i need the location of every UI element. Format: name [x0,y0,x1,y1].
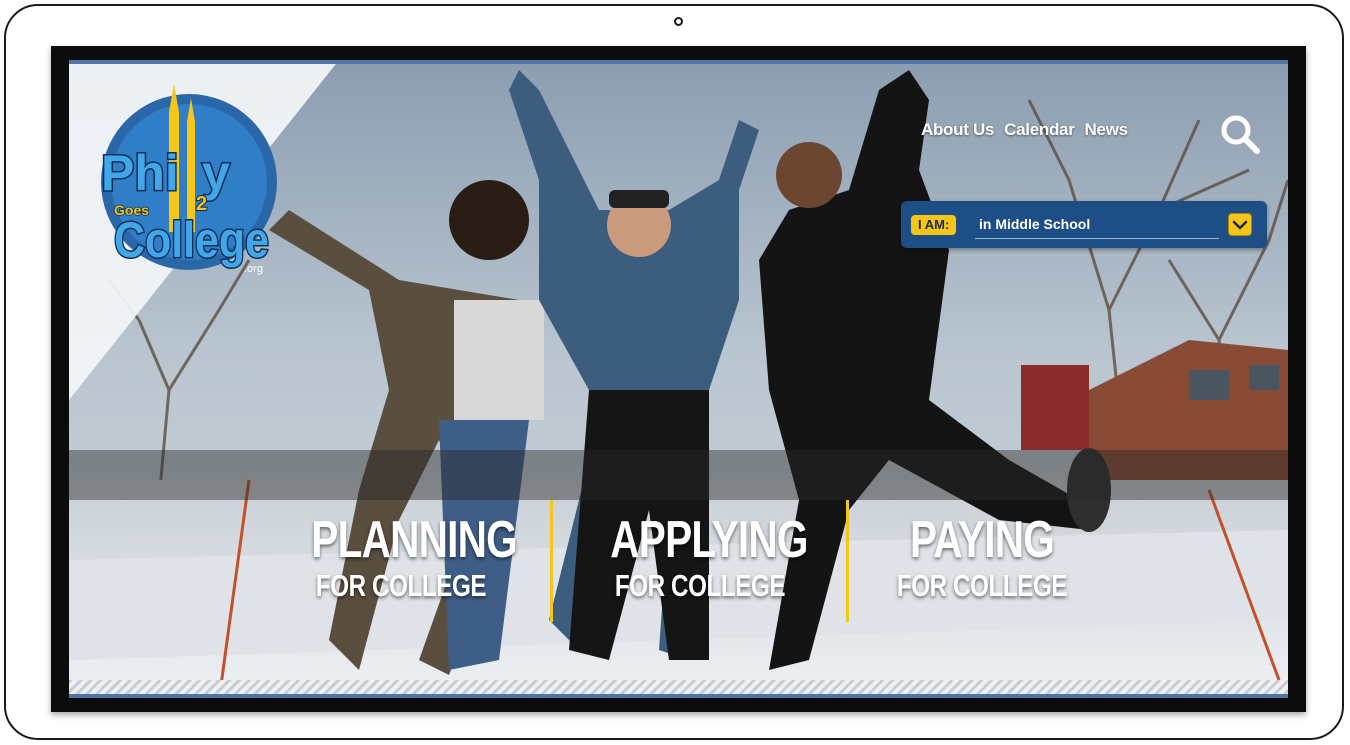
svg-text:Phi: Phi [101,145,179,201]
search-icon [1221,115,1260,154]
website-screen: Phi y Goes 2 College .org About Us Calen… [69,60,1288,698]
cta-planning-subtitle: FOR COLLEGE [315,568,487,603]
bottom-stripe-bar [69,680,1288,694]
nav-calendar[interactable]: Calendar [1004,120,1075,140]
logo-college: College [114,212,269,268]
nav-news[interactable]: News [1085,120,1129,140]
bottom-accent-line [69,694,1288,698]
cta-divider [550,500,553,622]
philly-goes-2-college-logo[interactable]: Phi y Goes 2 College .org [94,82,279,282]
audience-selector[interactable]: I AM: in Middle School [901,201,1267,248]
audience-selected-value[interactable]: in Middle School [979,216,1090,232]
top-accent-line [69,60,1288,64]
selector-underline [975,238,1219,239]
chevron-down-icon [1232,220,1248,230]
nav-about-us[interactable]: About Us [921,120,994,140]
selector-dropdown-button[interactable] [1228,213,1252,236]
cta-planning-title: PLANNING [311,511,517,569]
cta-planning[interactable]: PLANNING FOR COLLEGE [286,511,517,604]
i-am-label: I AM: [911,215,957,235]
logo-tld: .org [244,263,263,275]
cta-paying-title: PAYING [909,511,1055,569]
cta-paying[interactable]: PAYING FOR COLLEGE [867,512,1097,604]
cta-applying-title: APPLYING [610,511,808,569]
top-nav: About Us Calendar News [921,120,1128,140]
cta-applying[interactable]: APPLYING FOR COLLEGE [585,512,815,604]
cta-band [69,450,1288,500]
cta-paying-subtitle: FOR COLLEGE [896,568,1068,603]
cta-divider [846,500,849,622]
cta-applying-subtitle: FOR COLLEGE [614,568,786,603]
camera-dot [674,17,683,26]
search-button[interactable] [1219,113,1261,155]
